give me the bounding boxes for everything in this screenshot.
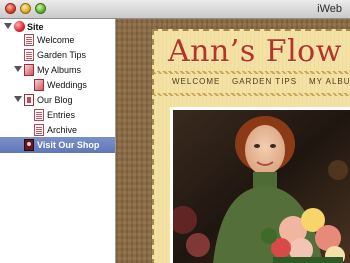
disclosure-triangle-icon[interactable] — [14, 96, 22, 102]
nav-item-garden-tips[interactable]: GARDEN TIPS — [232, 77, 297, 86]
album-icon — [34, 79, 44, 91]
nav-item-my-album[interactable]: MY ALBUM — [309, 77, 350, 86]
site-icon — [14, 21, 25, 32]
zoom-window-button[interactable] — [35, 3, 46, 14]
sidebar-item-weddings[interactable]: Weddings — [0, 77, 115, 93]
shop-icon — [24, 139, 34, 151]
disclosure-triangle-icon[interactable] — [14, 66, 22, 72]
albums-icon — [24, 64, 34, 76]
archive-icon — [34, 124, 44, 136]
navigation-bar: WELCOME GARDEN TIPS MY ALBUM — [154, 77, 350, 91]
sidebar-item-welcome[interactable]: Welcome — [0, 32, 115, 48]
minimize-window-button[interactable] — [20, 3, 31, 14]
hero-photo[interactable] — [170, 107, 350, 263]
site-organizer-sidebar: Site Welcome Garden Tips My Albums Weddi… — [0, 19, 116, 263]
nav-item-welcome[interactable]: WELCOME — [172, 77, 220, 86]
window-titlebar: iWeb — [0, 0, 350, 19]
site-title[interactable]: Ann’s Flow — [168, 34, 342, 69]
blog-icon — [24, 94, 34, 106]
sidebar-item-label: Our Blog — [37, 95, 73, 105]
sidebar-item-garden-tips[interactable]: Garden Tips — [0, 47, 115, 63]
sidebar-item-our-blog[interactable]: Our Blog — [0, 92, 115, 108]
sidebar-item-label: Archive — [47, 125, 78, 135]
disclosure-triangle-icon[interactable] — [4, 23, 12, 29]
sidebar-item-archive[interactable]: Archive — [0, 122, 115, 138]
entries-icon — [34, 109, 44, 121]
decorative-border — [154, 71, 350, 74]
sidebar-item-label: My Albums — [37, 65, 82, 75]
page-icon — [24, 49, 34, 61]
web-page-preview[interactable]: Ann’s Flow WELCOME GARDEN TIPS MY ALBUM — [152, 29, 350, 263]
woman-with-flowers-image — [173, 110, 350, 263]
sidebar-item-label: Weddings — [47, 80, 87, 90]
close-window-button[interactable] — [5, 3, 16, 14]
sidebar-item-label: Garden Tips — [37, 50, 87, 60]
sidebar-item-label: Site — [27, 22, 44, 32]
sidebar-item-label: Visit Our Shop — [37, 140, 100, 150]
sidebar-item-entries[interactable]: Entries — [0, 107, 115, 123]
app-title: iWeb — [317, 3, 342, 15]
sidebar-item-label: Entries — [47, 110, 76, 120]
sidebar-item-my-albums[interactable]: My Albums — [0, 62, 115, 78]
page-icon — [24, 34, 34, 46]
sidebar-item-label: Welcome — [37, 35, 75, 45]
page-canvas[interactable]: Ann’s Flow WELCOME GARDEN TIPS MY ALBUM — [116, 19, 350, 263]
decorative-border — [154, 93, 350, 96]
sidebar-item-visit-our-shop[interactable]: Visit Our Shop — [0, 137, 115, 153]
